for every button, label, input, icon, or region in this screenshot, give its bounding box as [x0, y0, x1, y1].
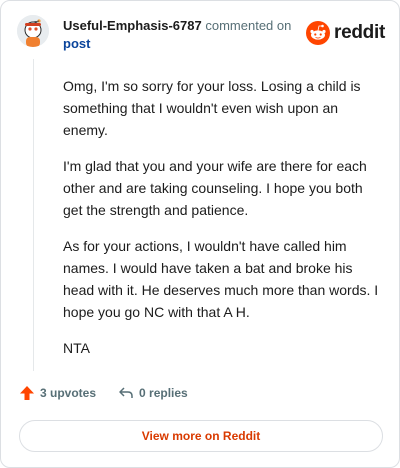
reddit-logo[interactable]: reddit [306, 21, 385, 45]
reply-count: 0 replies [139, 386, 188, 400]
view-more-button[interactable]: View more on Reddit [19, 420, 383, 452]
upvote-count: 3 upvotes [40, 386, 97, 400]
comment-paragraph: I'm glad that you and your wife are ther… [63, 158, 367, 218]
reply-button[interactable]: 0 replies [118, 385, 188, 401]
comment-body: Omg, I'm so sorry for your loss. Losing … [63, 75, 383, 373]
comment-card: Useful-Emphasis-6787 commented on post r… [0, 0, 400, 468]
comment-actions: 3 upvotes 0 replies [19, 385, 188, 401]
thread-line [33, 59, 34, 371]
snoo-avatar-icon [17, 15, 49, 47]
reddit-wordmark: reddit [334, 22, 385, 43]
comment-paragraph: Omg, I'm so sorry for your loss. Losing … [63, 78, 361, 138]
username[interactable]: Useful-Emphasis-6787 [63, 18, 202, 33]
reply-icon [119, 387, 133, 398]
upvote-arrow-icon [20, 386, 34, 400]
reddit-logo-icon [306, 21, 331, 45]
comment-paragraph: As for your actions, I wouldn't have cal… [63, 238, 379, 320]
comment-paragraph: NTA [63, 340, 90, 356]
post-link[interactable]: post [63, 36, 90, 51]
comment-header: Useful-Emphasis-6787 commented on post [63, 17, 298, 53]
commented-on-text: commented on [205, 18, 292, 33]
avatar[interactable] [17, 15, 49, 47]
upvote-button[interactable]: 3 upvotes [19, 385, 96, 401]
